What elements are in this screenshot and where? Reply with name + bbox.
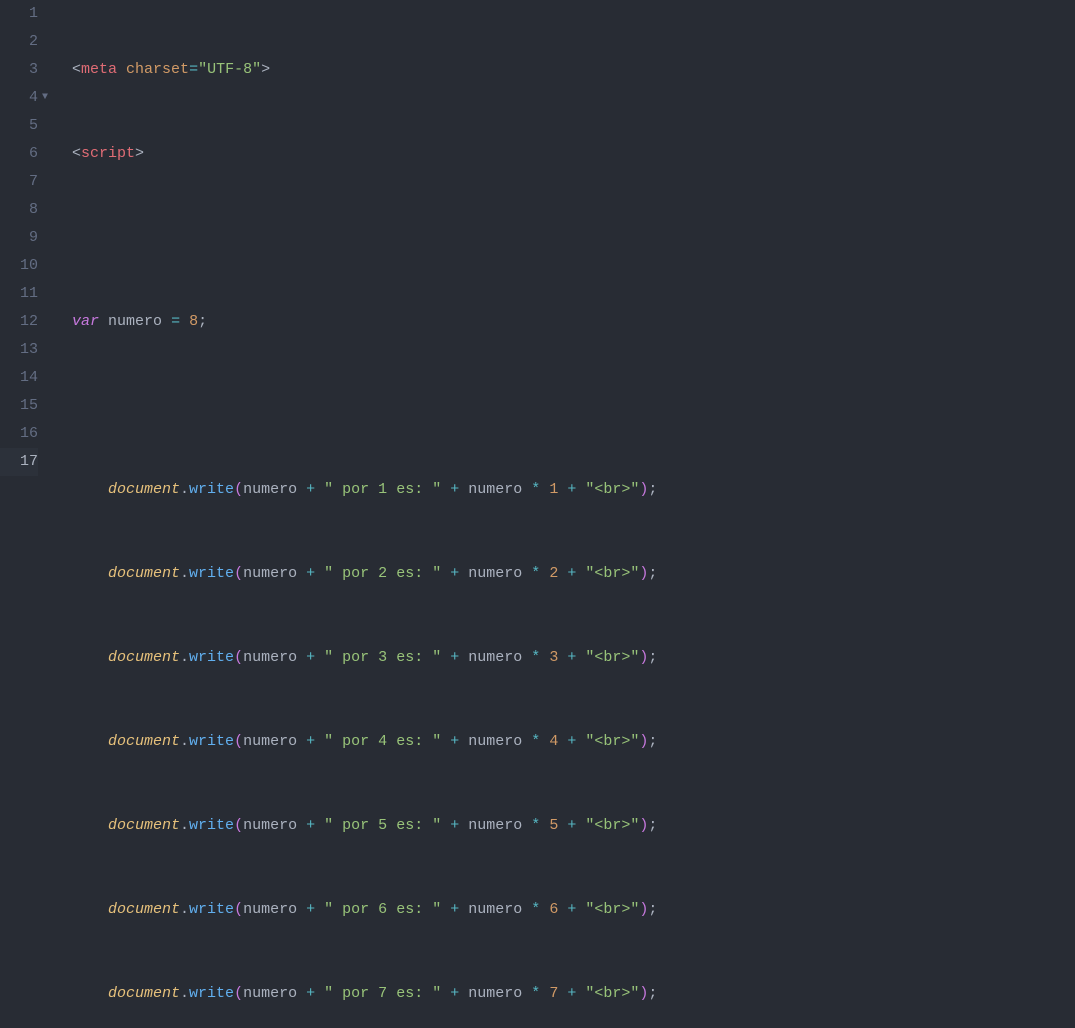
line-number[interactable]: 10	[0, 252, 38, 280]
line-number[interactable]: 3	[0, 56, 38, 84]
code-line: document.write(numero + " por 5 es: " + …	[72, 812, 1075, 840]
line-number[interactable]: 9	[0, 224, 38, 252]
line-number[interactable]: 14	[0, 364, 38, 392]
code-line: document.write(numero + " por 3 es: " + …	[72, 644, 1075, 672]
line-number[interactable]: 13	[0, 336, 38, 364]
line-number[interactable]: 1	[0, 0, 38, 28]
code-line: document.write(numero + " por 4 es: " + …	[72, 728, 1075, 756]
code-line: <script>	[72, 140, 1075, 168]
code-line	[72, 392, 1075, 420]
code-line: document.write(numero + " por 2 es: " + …	[72, 560, 1075, 588]
line-number[interactable]: 5	[0, 112, 38, 140]
line-number[interactable]: 7	[0, 168, 38, 196]
code-line	[72, 224, 1075, 252]
code-line: <meta charset="UTF-8">	[72, 56, 1075, 84]
code-area[interactable]: <meta charset="UTF-8"> <script> var nume…	[52, 0, 1075, 514]
line-number[interactable]: 15	[0, 392, 38, 420]
line-number[interactable]: 17	[0, 448, 38, 476]
fold-icon[interactable]: ▼	[38, 84, 52, 112]
line-number[interactable]: 6	[0, 140, 38, 168]
code-editor: 1 2 3 4▼ 5 6 7 8 9 10 11 12 13 14 15 16 …	[0, 0, 1075, 514]
code-line: document.write(numero + " por 1 es: " + …	[72, 476, 1075, 504]
code-line: document.write(numero + " por 7 es: " + …	[72, 980, 1075, 1008]
line-number[interactable]: 2	[0, 28, 38, 56]
line-number[interactable]: 4▼	[0, 84, 38, 112]
line-number[interactable]: 11	[0, 280, 38, 308]
code-line: document.write(numero + " por 6 es: " + …	[72, 896, 1075, 924]
line-number[interactable]: 16	[0, 420, 38, 448]
code-line: var numero = 8;	[72, 308, 1075, 336]
line-number[interactable]: 12	[0, 308, 38, 336]
gutter: 1 2 3 4▼ 5 6 7 8 9 10 11 12 13 14 15 16 …	[0, 0, 52, 514]
line-number[interactable]: 8	[0, 196, 38, 224]
